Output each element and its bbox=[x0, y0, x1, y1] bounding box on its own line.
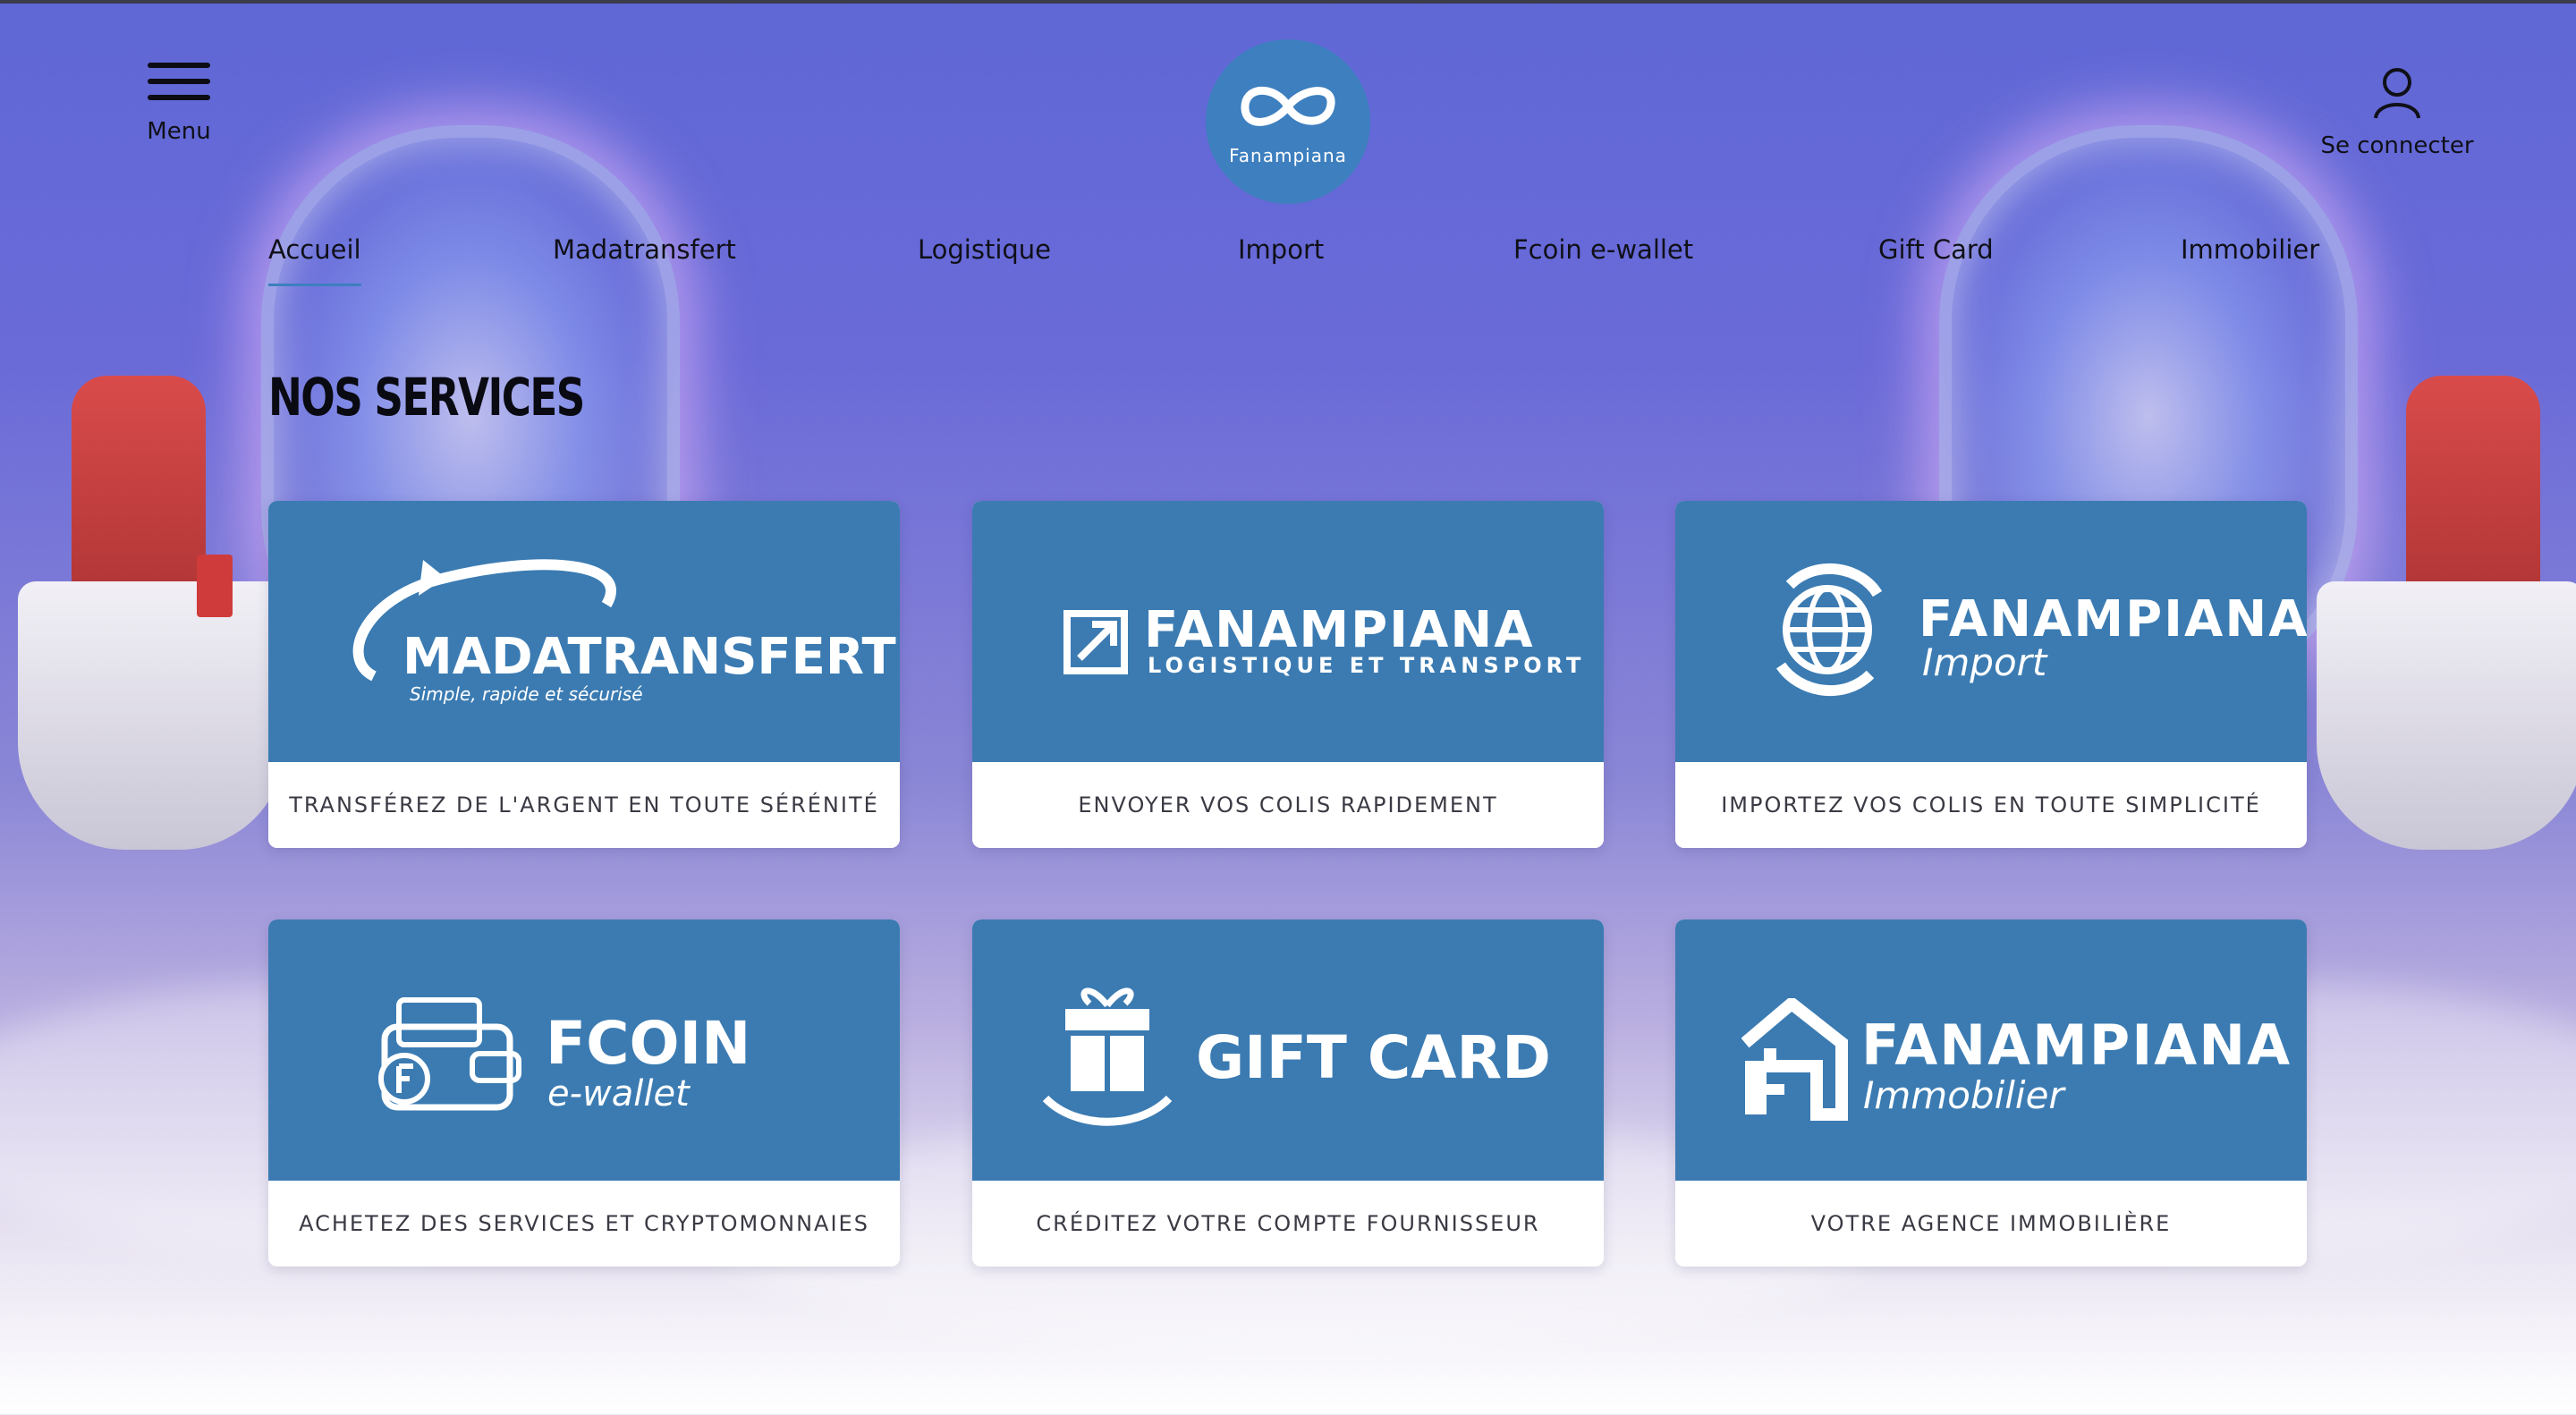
card-brand: FCOIN bbox=[546, 1009, 751, 1078]
card-brand-tagline: Simple, rapide et sécurisé bbox=[410, 683, 643, 705]
card-brand-tagline: Import bbox=[1922, 640, 2047, 684]
user-icon bbox=[2374, 68, 2420, 119]
infinity-icon bbox=[1241, 86, 1335, 126]
card-banner: FANAMPIANA Immobilier bbox=[1675, 919, 2307, 1181]
card-banner: FANAMPIANA LOGISTIQUE ET TRANSPORT bbox=[972, 501, 1604, 762]
gift-icon bbox=[1042, 987, 1173, 1126]
card-caption: VOTRE AGENCE IMMOBILIÈRE bbox=[1810, 1211, 2172, 1236]
menu-label: Menu bbox=[147, 118, 211, 145]
card-caption: ACHETEZ DES SERVICES ET CRYPTOMONNAIES bbox=[299, 1211, 869, 1236]
card-brand: GIFT CARD bbox=[1196, 1023, 1551, 1092]
left-seat-illustration bbox=[18, 376, 286, 850]
card-banner: GIFT CARD bbox=[972, 919, 1604, 1181]
card-caption: ENVOYER VOS COLIS RAPIDEMENT bbox=[1078, 792, 1498, 818]
service-card-fcoin[interactable]: FCOIN e-wallet ACHETEZ DES SERVICES ET C… bbox=[268, 919, 900, 1267]
service-card-import[interactable]: FANAMPIANA Import IMPORTEZ VOS COLIS EN … bbox=[1675, 501, 2307, 848]
card-caption: TRANSFÉREZ DE L'ARGENT EN TOUTE SÉRÉNITÉ bbox=[289, 792, 879, 818]
nav-accueil[interactable]: Accueil bbox=[268, 234, 361, 286]
card-caption: CRÉDITEZ VOTRE COMPTE FOURNISSEUR bbox=[1036, 1211, 1540, 1236]
service-card-immobilier[interactable]: FANAMPIANA Immobilier VOTRE AGENCE IMMOB… bbox=[1675, 919, 2307, 1267]
service-card-madatransfert[interactable]: MADATRANSFERT Simple, rapide et sécurisé… bbox=[268, 501, 900, 848]
site-logo[interactable]: Fanampiana bbox=[1206, 39, 1370, 204]
card-brand: FANAMPIANA bbox=[1861, 1013, 2292, 1078]
service-card-gift-card[interactable]: GIFT CARD CRÉDITEZ VOTRE COMPTE FOURNISS… bbox=[972, 919, 1604, 1267]
nav-madatransfert[interactable]: Madatransfert bbox=[553, 234, 736, 265]
globe-icon bbox=[1776, 563, 1883, 697]
hamburger-icon bbox=[148, 63, 210, 100]
login-label: Se connecter bbox=[2320, 132, 2474, 159]
card-caption: IMPORTEZ VOS COLIS EN TOUTE SIMPLICITÉ bbox=[1721, 792, 2261, 818]
nav-gift-card[interactable]: Gift Card bbox=[1878, 234, 1994, 265]
wallet-icon bbox=[378, 997, 521, 1111]
page-title: NOS SERVICES bbox=[268, 367, 585, 428]
card-brand-tagline: e-wallet bbox=[547, 1073, 690, 1114]
login-button[interactable]: Se connecter bbox=[2317, 66, 2478, 159]
top-border bbox=[0, 0, 2576, 4]
service-card-logistique[interactable]: FANAMPIANA LOGISTIQUE ET TRANSPORT ENVOY… bbox=[972, 501, 1604, 848]
nav-fcoin-ewallet[interactable]: Fcoin e-wallet bbox=[1513, 234, 1693, 265]
card-banner: FANAMPIANA Import bbox=[1675, 501, 2307, 762]
card-banner: FCOIN e-wallet bbox=[268, 919, 900, 1181]
nav-import[interactable]: Import bbox=[1238, 234, 1324, 265]
card-brand-tagline: LOGISTIQUE ET TRANSPORT bbox=[1148, 653, 1586, 678]
house-icon bbox=[1741, 998, 1848, 1121]
card-banner: MADATRANSFERT Simple, rapide et sécurisé bbox=[268, 501, 900, 762]
card-brand: FANAMPIANA bbox=[1144, 601, 1535, 659]
arrow-box-icon bbox=[1063, 610, 1128, 674]
menu-button[interactable]: Menu bbox=[145, 63, 213, 145]
logo-text: Fanampiana bbox=[1229, 145, 1347, 166]
right-seat-illustration bbox=[2317, 376, 2576, 850]
nav-immobilier[interactable]: Immobilier bbox=[2181, 234, 2319, 265]
card-brand-tagline: Immobilier bbox=[1863, 1073, 2064, 1117]
card-brand: MADATRANSFERT bbox=[402, 628, 896, 686]
nav-logistique[interactable]: Logistique bbox=[918, 234, 1051, 265]
